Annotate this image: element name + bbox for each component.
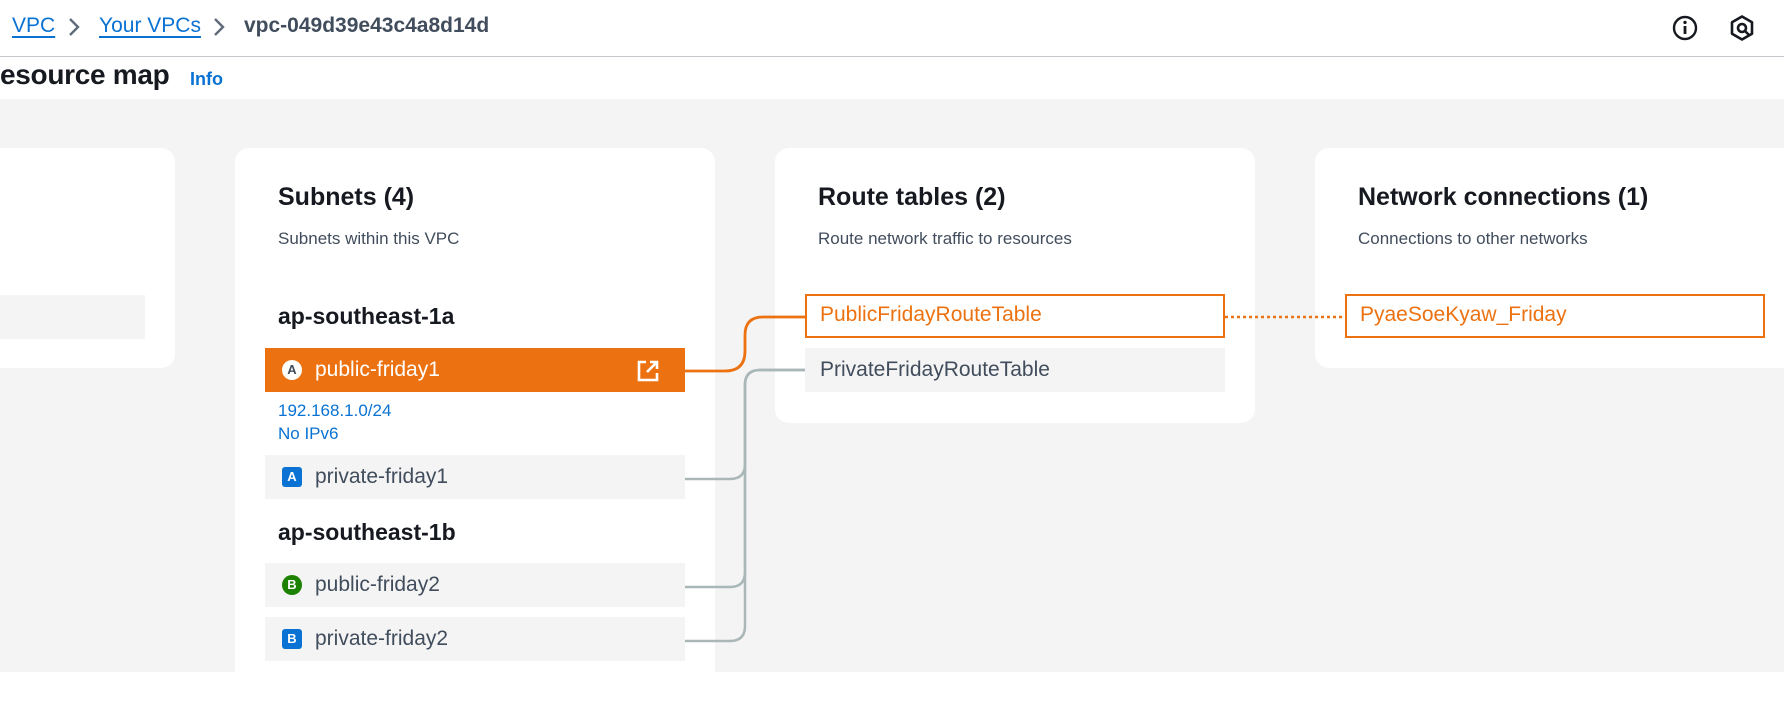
connector-private-friday2 (685, 368, 805, 643)
connector-public-friday1 (685, 315, 805, 373)
chevron-right-icon (214, 18, 225, 36)
title-bar: esource map Info (0, 57, 1784, 99)
breadcrumb-vpc[interactable]: VPC (12, 14, 55, 38)
page-title: esource map (0, 59, 170, 90)
resource-map-canvas[interactable]: Subnets (4) Subnets within this VPC ap-s… (0, 99, 1784, 708)
chevron-right-icon (69, 18, 80, 36)
settings-hexagon-icon[interactable] (1728, 14, 1756, 42)
top-bar: VPC Your VPCs vpc-049d39e43c4a8d14d (0, 0, 1784, 57)
info-link[interactable]: Info (190, 69, 223, 90)
breadcrumb-current-vpc: vpc-049d39e43c4a8d14d (244, 14, 490, 37)
breadcrumb-your-vpcs[interactable]: Your VPCs (99, 14, 201, 38)
connector-lines (685, 315, 1345, 643)
info-circle-icon[interactable] (1671, 14, 1699, 42)
